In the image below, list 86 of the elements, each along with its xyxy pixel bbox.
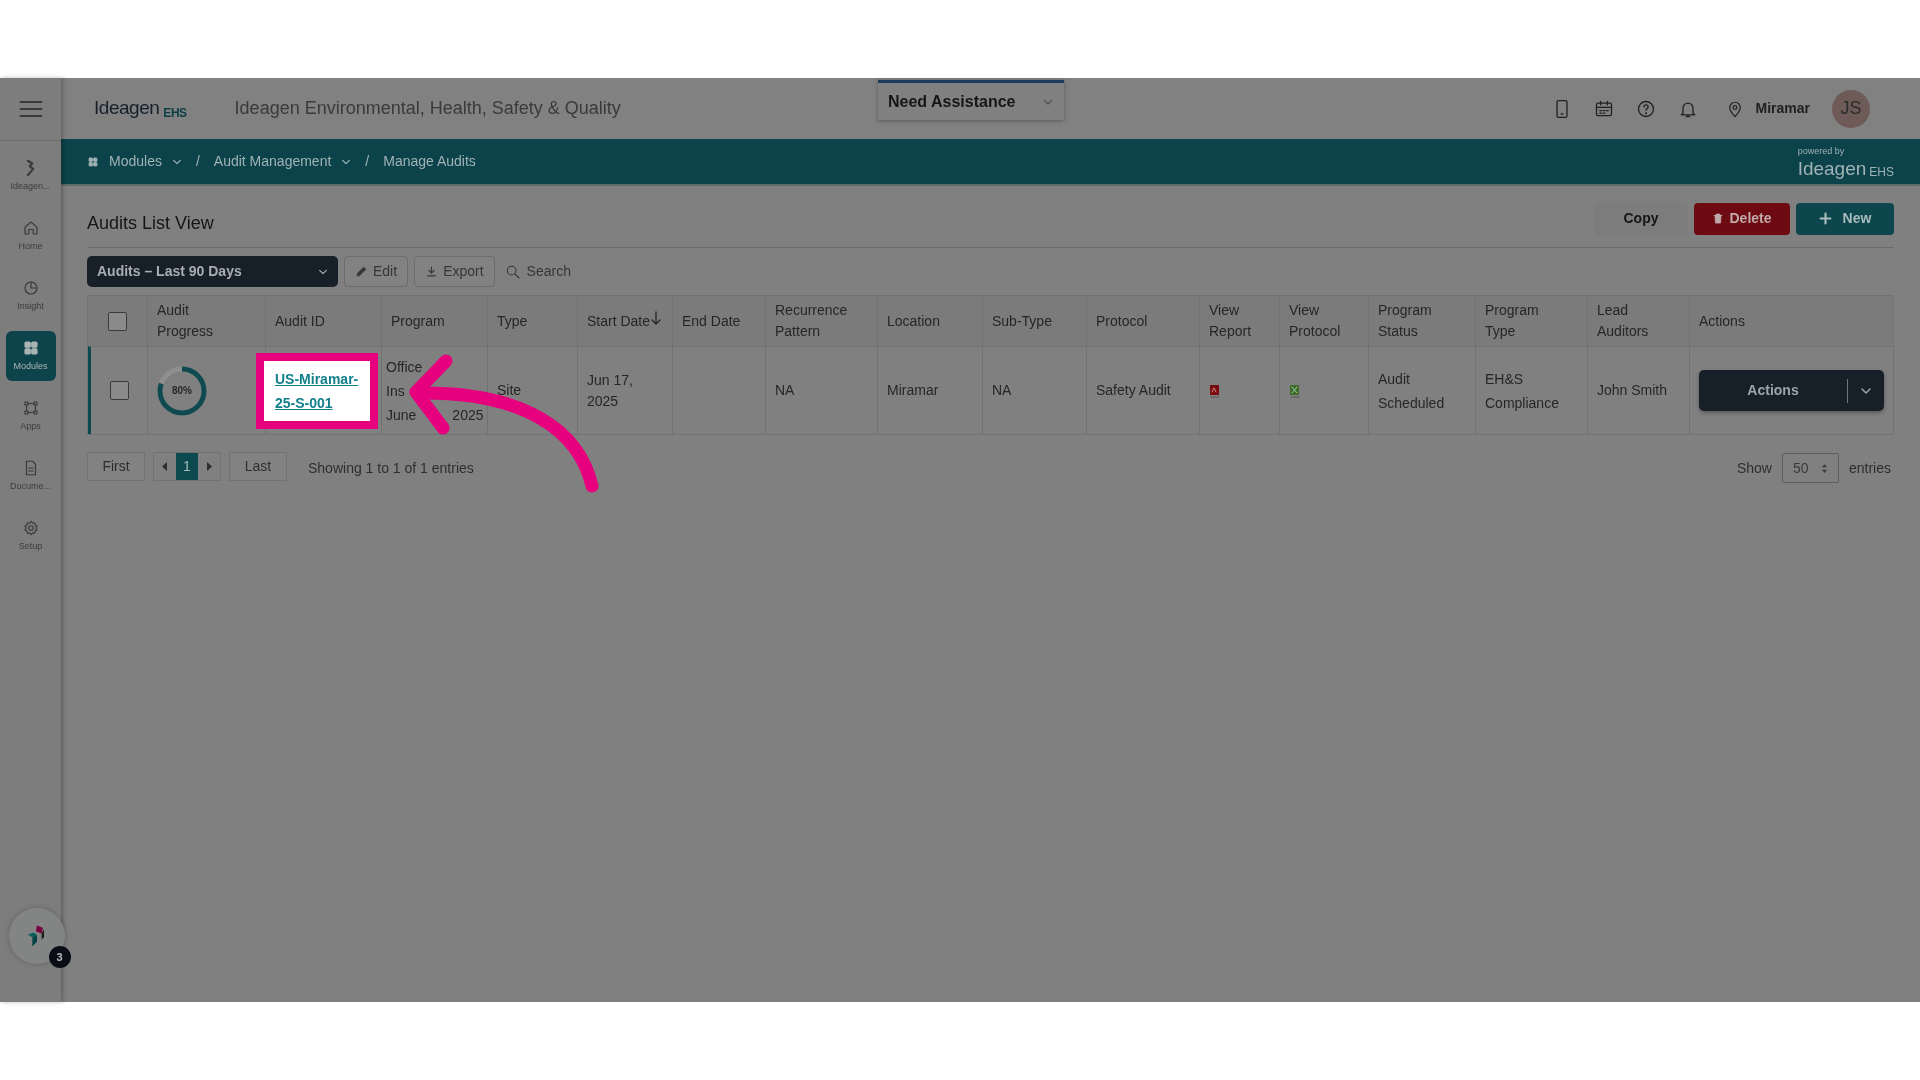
sidebar-item[interactable]: Home xyxy=(5,211,56,261)
entries-label: entries xyxy=(1848,458,1891,478)
pdf-file-icon[interactable] xyxy=(1209,383,1221,398)
first-page-button[interactable]: First xyxy=(87,451,145,481)
grid-icon xyxy=(87,155,99,168)
column-header: Program Type xyxy=(1485,301,1540,341)
breadcrumb-separator: / xyxy=(365,152,370,171)
assistance-dropdown[interactable]: Need Assistance xyxy=(878,80,1064,120)
new-button[interactable]: New xyxy=(1796,202,1894,235)
table-cell-text: Jun 17, 2025 xyxy=(587,370,634,411)
breadcrumb-link[interactable]: Audit Management xyxy=(213,151,352,172)
table-cell-text: Audit Scheduled xyxy=(1378,369,1446,413)
trash-icon xyxy=(1712,212,1725,225)
column-header: View Protocol xyxy=(1289,301,1342,341)
search-icon xyxy=(504,263,521,280)
settings-icon xyxy=(21,518,40,537)
notification-badge: 3 xyxy=(48,946,71,968)
breadcrumb-separator: / xyxy=(195,152,200,171)
page-button[interactable]: 1 xyxy=(176,452,198,480)
progress-ring: 80% xyxy=(156,364,208,417)
column-header: Location xyxy=(887,311,940,331)
search-field[interactable]: Search xyxy=(526,261,647,282)
sidebar-item[interactable]: Ideagen... xyxy=(5,151,56,201)
app-title: Ideagen Environmental, Health, Safety & Quality xyxy=(234,97,621,120)
column-header: View Report xyxy=(1209,301,1253,341)
column-header: Protocol xyxy=(1096,311,1148,331)
spreadsheet-file-icon[interactable] xyxy=(1289,383,1301,398)
pencil-icon xyxy=(355,265,368,278)
sidebar-item[interactable]: Apps xyxy=(5,391,56,441)
sidebar-item[interactable]: Modules xyxy=(5,331,56,381)
apps-icon xyxy=(21,398,40,417)
column-header[interactable]: Start Date xyxy=(587,310,651,332)
powered-by-logo: powered by Ideagen EHS xyxy=(1797,145,1894,178)
sidebar-item[interactable]: Setup xyxy=(5,511,56,561)
column-header: Actions xyxy=(1699,311,1745,331)
actions-button[interactable]: Actions xyxy=(1699,370,1884,411)
last-page-button[interactable]: Last xyxy=(229,451,287,481)
location-label[interactable]: Miramar xyxy=(1755,98,1810,119)
edit-button[interactable]: Edit xyxy=(344,256,409,287)
grid-icon xyxy=(21,338,40,357)
sort-down-icon[interactable] xyxy=(651,310,662,325)
select-all-checkbox[interactable] xyxy=(108,311,127,331)
help-widget-button[interactable] xyxy=(8,908,65,964)
program-text: Office xyxy=(386,357,423,377)
download-icon xyxy=(425,265,439,278)
table-cell-text: Site xyxy=(497,381,522,400)
column-header: Recurrence Pattern xyxy=(775,301,849,341)
table-cell-text: John Smith xyxy=(1597,381,1668,400)
row-checkbox[interactable] xyxy=(109,381,129,400)
sidebar-item[interactable]: Docume... xyxy=(5,451,56,501)
export-button[interactable]: Export xyxy=(414,256,495,287)
sidebar-item[interactable]: Insight xyxy=(5,271,56,321)
copy-button[interactable]: Copy xyxy=(1594,202,1688,235)
entries-info: Showing 1 to 1 of 1 entries xyxy=(308,458,474,478)
column-header: Lead Auditors xyxy=(1597,301,1650,341)
column-header: Program xyxy=(391,311,445,331)
calendar-icon[interactable] xyxy=(1593,98,1614,119)
user-avatar[interactable]: JS xyxy=(1832,89,1870,128)
table-cell-text: NA xyxy=(992,381,1012,400)
program-text: 2025 xyxy=(452,405,484,425)
program-text: June xyxy=(386,405,417,425)
table-cell-text: Safety Audit xyxy=(1096,381,1171,400)
help-icon[interactable] xyxy=(1635,98,1656,119)
sort-arrows-icon xyxy=(1820,462,1828,474)
table-cell-text: Miramar xyxy=(887,381,939,400)
logo-icon xyxy=(26,158,35,177)
column-header: Sub-Type xyxy=(992,311,1052,331)
pie-chart-icon xyxy=(21,278,40,297)
table-cell-text: EH&S Compliance xyxy=(1485,369,1560,413)
column-header: Type xyxy=(497,311,528,331)
program-text: Ins xyxy=(386,381,405,401)
breadcrumb-link[interactable]: Manage Audits xyxy=(383,151,476,172)
column-header: End Date xyxy=(682,311,741,331)
brand-logo: Ideagen EHS xyxy=(94,96,187,122)
show-label: Show xyxy=(1736,458,1772,478)
column-header: Program Status xyxy=(1378,301,1433,341)
delete-button[interactable]: Delete xyxy=(1694,202,1790,235)
audit-id-link[interactable]: US-Miramar-25-S-001 xyxy=(275,366,372,415)
breadcrumb-link[interactable]: Modules xyxy=(109,151,182,172)
page-title: Audits List View xyxy=(87,212,214,235)
page-size-select[interactable]: 50 xyxy=(1781,453,1839,483)
plus-icon xyxy=(1818,212,1832,225)
view-select[interactable]: Audits – Last 90 Days xyxy=(87,256,338,287)
column-header: Audit ID xyxy=(275,311,325,331)
table-cell-text: NA xyxy=(775,381,795,400)
column-header: Audit Progress xyxy=(157,301,215,341)
